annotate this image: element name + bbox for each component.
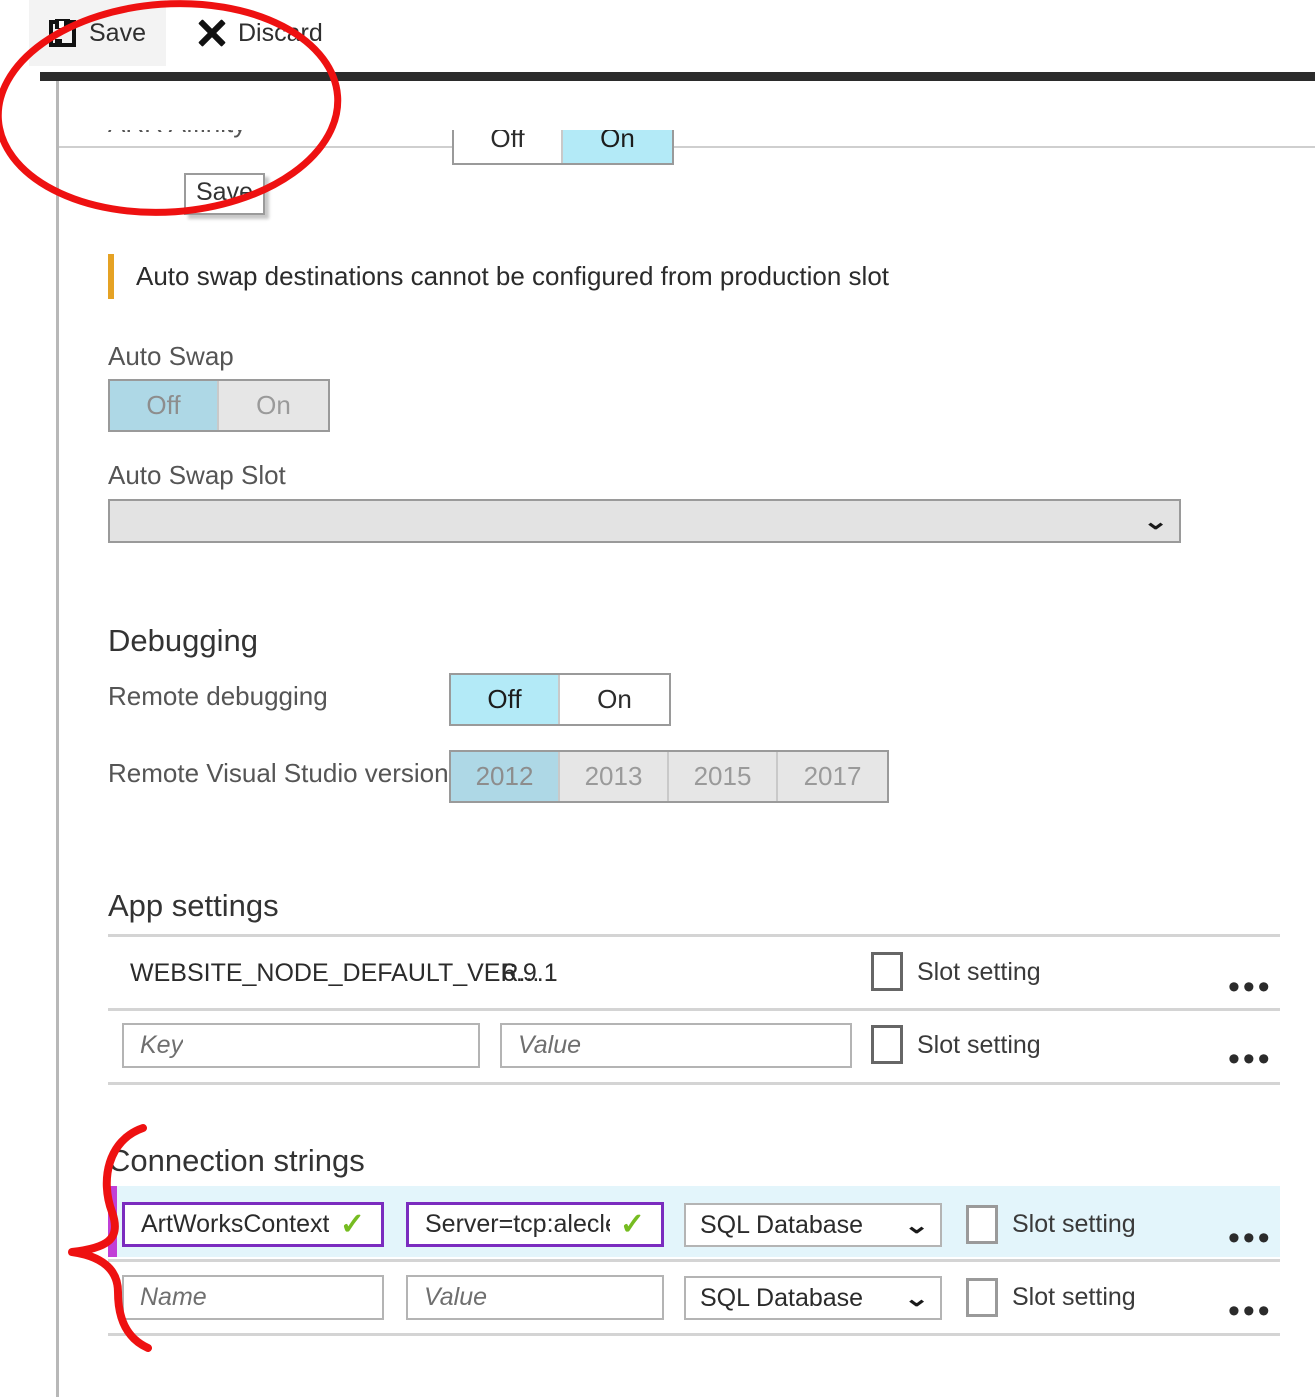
app-setting-value-placeholder: Value xyxy=(518,1031,582,1059)
save-button-label: Save xyxy=(89,18,146,47)
valid-check-icon: ✓ xyxy=(339,1208,365,1241)
connection-string-new-name-placeholder: Name xyxy=(140,1283,207,1311)
connection-string-new-more-button[interactable]: ••• xyxy=(1228,1294,1273,1328)
remote-debugging-label: Remote debugging xyxy=(108,681,328,711)
app-setting-new-slot-label: Slot setting xyxy=(917,1031,1041,1059)
connection-strings-bottom-divider xyxy=(108,1333,1280,1336)
connection-string-new-slot-label: Slot setting xyxy=(1012,1283,1136,1311)
connection-string-new-slot-checkbox[interactable] xyxy=(966,1278,998,1317)
auto-swap-label: Auto Swap xyxy=(108,341,234,371)
save-button[interactable]: Save xyxy=(29,0,166,66)
app-setting-key: WEBSITE_NODE_DEFAULT_VER... xyxy=(130,959,540,987)
chevron-down-icon: ⌄ xyxy=(903,1284,930,1311)
auto-swap-slot-label: Auto Swap Slot xyxy=(108,460,286,490)
auto-swap-toggle: Off On xyxy=(108,379,330,432)
arr-affinity-row: ARR Affinity Off On xyxy=(108,130,748,170)
connection-string-type-value: SQL Database xyxy=(700,1210,864,1239)
remote-debugging-option-off[interactable]: Off xyxy=(451,675,560,724)
connection-string-type-dropdown[interactable]: SQL Database ⌄ xyxy=(684,1203,942,1247)
arr-affinity-toggle[interactable]: Off On xyxy=(452,130,674,165)
app-setting-slot-checkbox[interactable] xyxy=(871,952,903,991)
connection-string-new-type-value: SQL Database xyxy=(700,1283,864,1312)
connection-strings-row-divider xyxy=(108,1259,1280,1262)
discard-button[interactable]: Discard xyxy=(178,0,343,66)
app-setting-value-input[interactable]: Value xyxy=(500,1023,852,1068)
app-settings-bottom-divider xyxy=(108,1082,1280,1085)
auto-swap-info-banner: Auto swap destinations cannot be configu… xyxy=(108,254,889,299)
auto-swap-option-on: On xyxy=(219,381,328,430)
arr-affinity-option-on[interactable]: On xyxy=(563,130,672,163)
connection-string-value-value: Server=tcp:aleclerc xyxy=(425,1210,610,1238)
connection-string-more-button[interactable]: ••• xyxy=(1228,1221,1273,1255)
app-setting-more-button[interactable]: ••• xyxy=(1228,970,1273,1004)
blade-top-bar xyxy=(40,72,1315,81)
connection-string-new-name-input[interactable]: Name xyxy=(122,1275,384,1320)
debugging-heading: Debugging xyxy=(108,623,258,658)
chevron-down-icon: ⌄ xyxy=(903,1211,930,1238)
arr-affinity-option-off[interactable]: Off xyxy=(454,130,563,163)
remote-debugging-toggle: Off On xyxy=(449,673,671,726)
app-setting-key-placeholder: Key xyxy=(140,1031,184,1059)
close-icon xyxy=(198,20,225,47)
app-setting-slot-label: Slot setting xyxy=(917,958,1041,986)
auto-swap-slot-dropdown: ⌄ xyxy=(108,499,1181,543)
discard-button-label: Discard xyxy=(238,18,323,47)
app-setting-new-slot-checkbox[interactable] xyxy=(871,1025,903,1064)
chevron-down-icon: ⌄ xyxy=(1142,507,1169,534)
app-settings-row-divider xyxy=(108,1008,1280,1011)
vs-version-selector: 2012 2013 2015 2017 xyxy=(449,750,889,803)
info-accent-bar xyxy=(108,254,114,299)
valid-check-icon: ✓ xyxy=(619,1208,645,1241)
azure-application-settings-blade: Save Discard ARR Affinity Off On Save Au… xyxy=(0,0,1315,1397)
app-setting-value: 6.9.1 xyxy=(502,959,558,987)
vs-version-option-2013: 2013 xyxy=(560,752,669,801)
auto-swap-option-off: Off xyxy=(110,381,219,430)
vs-version-option-2017: 2017 xyxy=(778,752,887,801)
remote-debugging-option-on[interactable]: On xyxy=(560,675,669,724)
app-settings-top-divider xyxy=(108,934,1280,937)
connection-string-value-input[interactable]: Server=tcp:aleclerc ✓ xyxy=(406,1202,664,1247)
app-setting-new-more-button[interactable]: ••• xyxy=(1228,1042,1273,1076)
connection-string-new-value-placeholder: Value xyxy=(424,1283,488,1311)
save-icon xyxy=(49,18,76,47)
connection-string-name-value: ArtWorksContext xyxy=(141,1210,330,1238)
arr-affinity-label: ARR Affinity xyxy=(108,130,246,139)
connection-string-name-input[interactable]: ArtWorksContext ✓ xyxy=(122,1202,384,1247)
connection-string-new-value-input[interactable]: Value xyxy=(406,1275,664,1320)
app-setting-key-input[interactable]: Key xyxy=(122,1023,480,1068)
blade-left-divider xyxy=(56,81,59,1397)
connection-string-new-type-dropdown[interactable]: SQL Database ⌄ xyxy=(684,1276,942,1320)
vs-version-label: Remote Visual Studio version xyxy=(108,758,449,788)
connection-string-slot-checkbox[interactable] xyxy=(966,1205,998,1244)
save-tooltip: Save xyxy=(184,173,265,215)
connection-string-slot-label: Slot setting xyxy=(1012,1210,1136,1238)
connection-string-row-marker xyxy=(108,1186,117,1257)
vs-version-option-2012: 2012 xyxy=(451,752,560,801)
connection-strings-heading: Connection strings xyxy=(108,1143,365,1178)
auto-swap-info-text: Auto swap destinations cannot be configu… xyxy=(136,261,890,291)
app-settings-heading: App settings xyxy=(108,888,279,923)
vs-version-option-2015: 2015 xyxy=(669,752,778,801)
